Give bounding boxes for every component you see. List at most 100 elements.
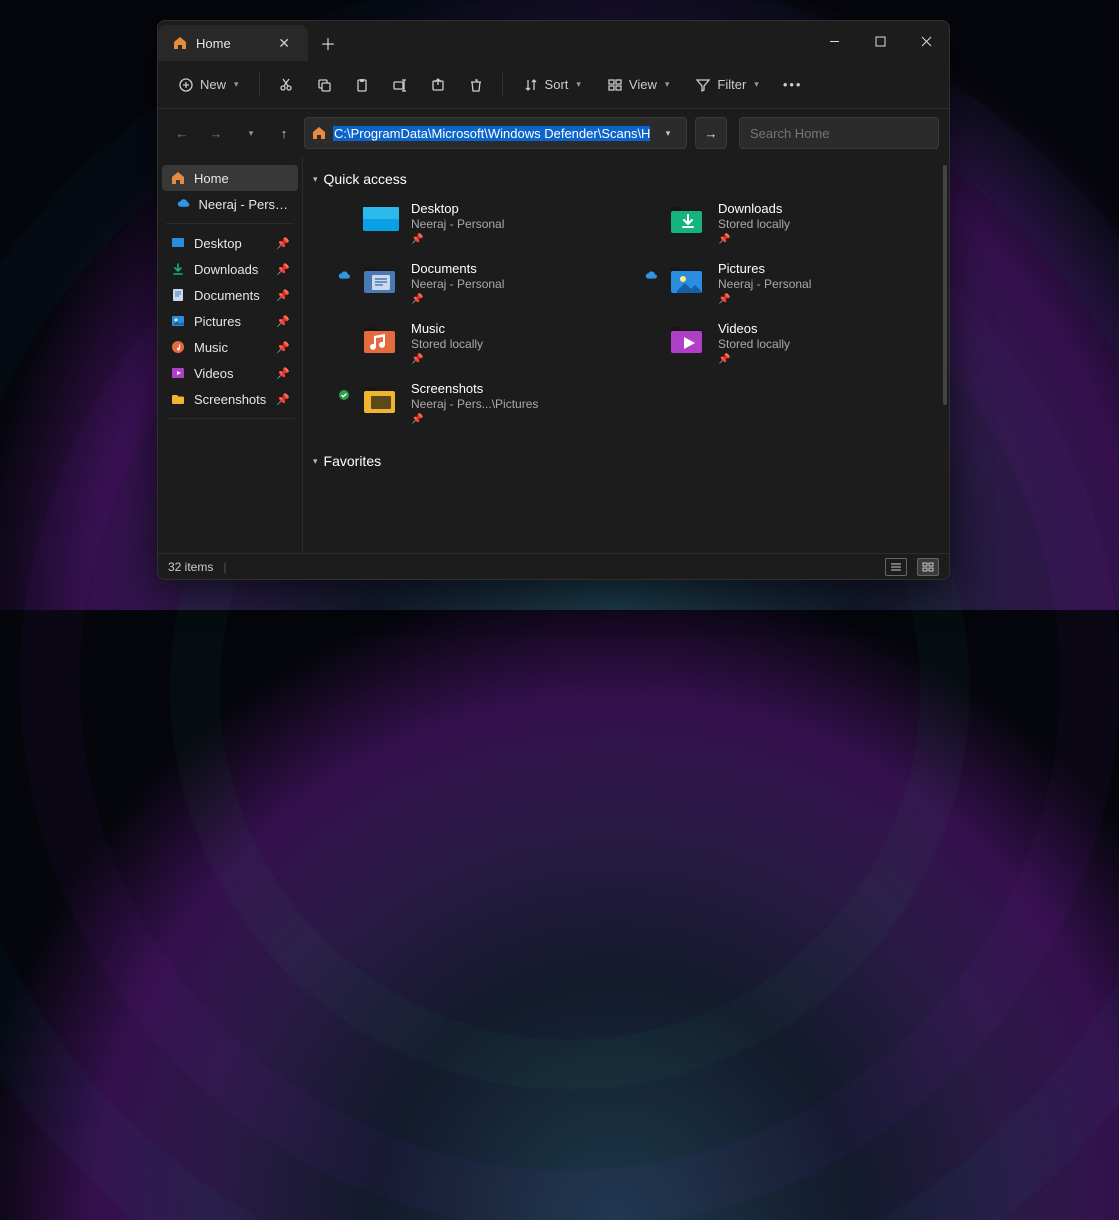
sidebar-label: Pictures: [194, 314, 241, 329]
videos-icon: [170, 365, 186, 381]
desktop-icon: [361, 199, 401, 239]
sidebar-item-music[interactable]: Music📌: [162, 334, 298, 360]
pin-icon: 📌: [276, 263, 290, 276]
sort-button[interactable]: Sort ▾: [513, 71, 591, 99]
item-name: Music: [411, 321, 483, 336]
sidebar-item-downloads[interactable]: Downloads 📌: [162, 256, 298, 282]
delete-button[interactable]: [460, 71, 492, 99]
search-input[interactable]: [750, 126, 926, 141]
item-name: Pictures: [718, 261, 811, 276]
sync-status-icon: [337, 199, 351, 209]
sidebar-item-documents[interactable]: Documents 📌: [162, 282, 298, 308]
address-history-button[interactable]: ▾: [656, 128, 680, 139]
tab-close-button[interactable]: ✕: [272, 33, 296, 54]
sync-status-icon: [337, 379, 351, 401]
folder-icon: [170, 391, 186, 407]
sidebar-label: Documents: [194, 288, 260, 303]
quick-access-item[interactable]: VideosStored locally📌: [644, 317, 939, 367]
view-icons-button[interactable]: [917, 558, 939, 576]
paste-button[interactable]: [346, 71, 378, 99]
sidebar-item-screenshots[interactable]: Screenshots📌: [162, 386, 298, 412]
videos-icon: [668, 319, 708, 359]
content-area: ▾ Quick access DesktopNeeraj - Personal📌…: [303, 157, 949, 553]
quick-access-item[interactable]: PicturesNeeraj - Personal📌: [644, 257, 939, 307]
go-button[interactable]: →: [695, 117, 727, 149]
search-box[interactable]: [739, 117, 939, 149]
music-icon: [361, 319, 401, 359]
tab-home[interactable]: Home ✕: [158, 25, 308, 61]
pin-icon: 📌: [411, 414, 538, 425]
sidebar-item-home[interactable]: Home: [162, 165, 298, 191]
rename-icon: [392, 77, 408, 93]
documents-icon: [170, 287, 186, 303]
sidebar-label: Music: [194, 340, 228, 355]
pin-icon: 📌: [718, 294, 811, 305]
cloud-icon: [176, 196, 190, 212]
item-location: Stored locally: [411, 337, 483, 351]
pin-icon: 📌: [276, 393, 290, 406]
new-tab-button[interactable]: ＋: [308, 25, 348, 61]
section-favorites[interactable]: ▾ Favorites: [313, 445, 939, 479]
copy-button[interactable]: [308, 71, 340, 99]
item-name: Videos: [718, 321, 790, 336]
quick-access-item[interactable]: DownloadsStored locally📌: [644, 197, 939, 247]
sidebar-item-onedrive[interactable]: › Neeraj - Personal: [162, 191, 298, 217]
chevron-down-icon: ▾: [576, 79, 581, 90]
sidebar-label: Home: [194, 171, 229, 186]
window-maximize-button[interactable]: [857, 21, 903, 61]
scrollbar[interactable]: [943, 165, 947, 405]
window-minimize-button[interactable]: [811, 21, 857, 61]
chevron-down-icon: ▾: [313, 174, 318, 185]
cut-button[interactable]: [270, 71, 302, 99]
address-input[interactable]: C:\ProgramData\Microsoft\Windows Defende…: [333, 126, 650, 141]
quick-access-item[interactable]: MusicStored locally 📌: [337, 317, 632, 367]
nav-up-button[interactable]: ↑: [270, 118, 298, 148]
item-location: Neeraj - Personal: [411, 277, 504, 291]
nav-forward-button[interactable]: →: [202, 118, 230, 148]
address-bar[interactable]: C:\ProgramData\Microsoft\Windows Defende…: [304, 117, 687, 149]
pin-icon: 📌: [718, 354, 790, 365]
new-button[interactable]: New ▾: [168, 71, 249, 99]
more-button[interactable]: •••: [775, 71, 811, 98]
sidebar-item-pictures[interactable]: Pictures📌: [162, 308, 298, 334]
trash-icon: [468, 77, 484, 93]
sidebar-item-desktop[interactable]: Desktop📌: [162, 230, 298, 256]
quick-access-item[interactable]: DesktopNeeraj - Personal📌: [337, 197, 632, 247]
rename-button[interactable]: [384, 71, 416, 99]
view-label: View: [629, 77, 657, 92]
music-icon: [170, 339, 186, 355]
filter-label: Filter: [717, 77, 746, 92]
documents-icon: [361, 259, 401, 299]
sidebar-label: Neeraj - Personal: [198, 197, 290, 212]
status-item-count: 32 items: [168, 560, 213, 574]
sort-icon: [523, 77, 539, 93]
section-quick-access[interactable]: ▾ Quick access: [313, 163, 939, 197]
pin-icon: 📌: [411, 354, 483, 365]
pin-icon: 📌: [718, 234, 790, 245]
home-icon: [170, 170, 186, 186]
home-icon: [311, 125, 327, 141]
item-location: Neeraj - Personal: [411, 217, 504, 231]
item-name: Screenshots: [411, 381, 538, 396]
quick-access-item[interactable]: DocumentsNeeraj - Personal📌: [337, 257, 632, 307]
nav-back-button[interactable]: ←: [168, 118, 196, 148]
sync-status-icon: [644, 259, 658, 283]
view-details-button[interactable]: [885, 558, 907, 576]
share-button[interactable]: [422, 71, 454, 99]
status-bar: 32 items |: [158, 553, 949, 579]
view-button[interactable]: View ▾: [597, 71, 679, 99]
new-label: New: [200, 77, 226, 92]
pictures-icon: [668, 259, 708, 299]
sync-status-icon: [337, 319, 351, 329]
chevron-down-icon: ▾: [665, 79, 670, 90]
filter-button[interactable]: Filter ▾: [685, 71, 768, 99]
sidebar-label: Downloads: [194, 262, 258, 277]
window-close-button[interactable]: [903, 21, 949, 61]
sidebar-item-videos[interactable]: Videos📌: [162, 360, 298, 386]
pin-icon: 📌: [276, 289, 290, 302]
nav-recent-button[interactable]: ▾: [236, 118, 264, 148]
sync-status-icon: [644, 319, 658, 329]
address-row: ← → ▾ ↑ C:\ProgramData\Microsoft\Windows…: [158, 109, 949, 157]
quick-access-item[interactable]: ScreenshotsNeeraj - Pers...\Pictures 📌: [337, 377, 632, 427]
item-location: Neeraj - Pers...\Pictures: [411, 397, 538, 411]
